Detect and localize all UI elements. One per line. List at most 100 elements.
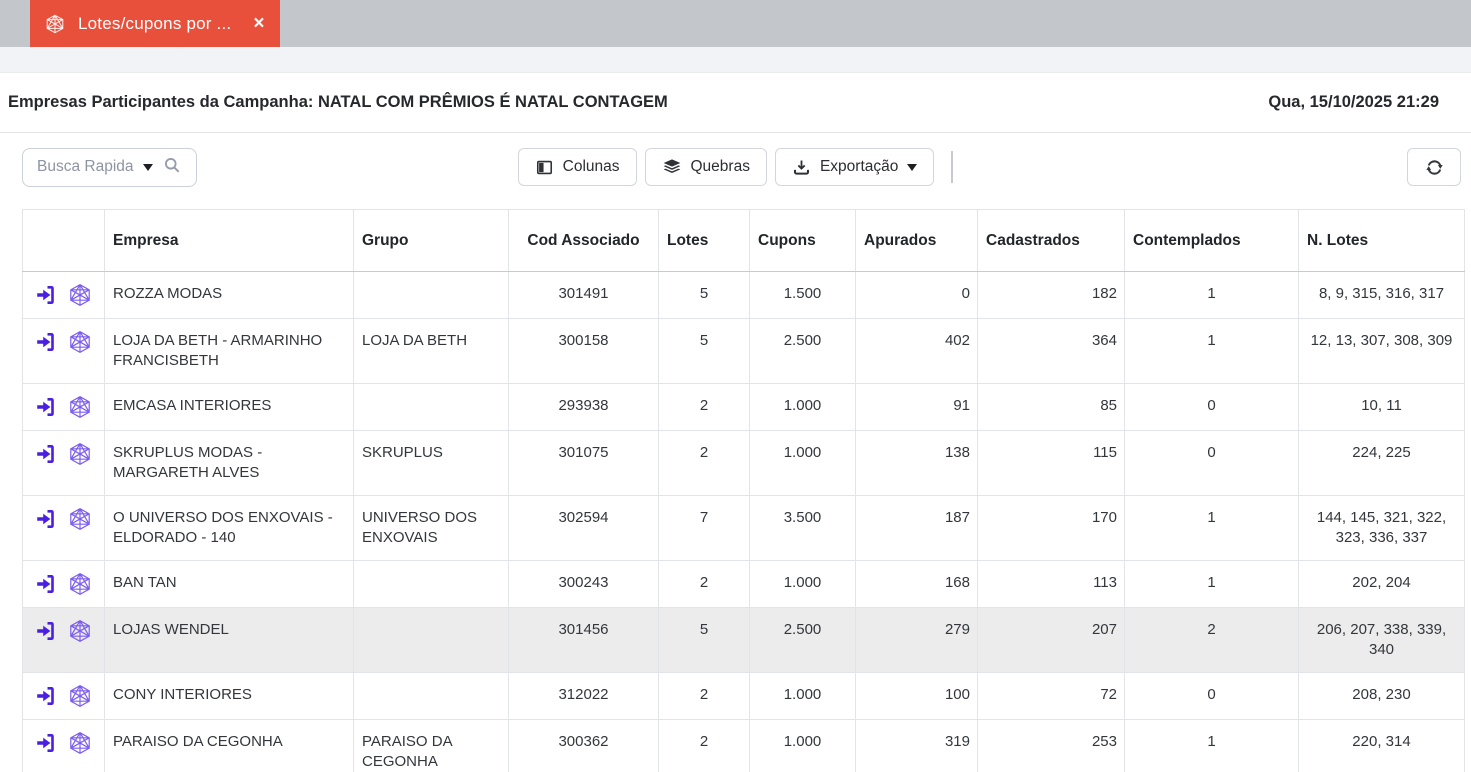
row-actions-cell (23, 431, 105, 496)
coupon-hexagon-icon[interactable] (67, 441, 93, 467)
grupo-cell: UNIVERSO DOS ENXOVAIS (354, 496, 509, 561)
enter-icon[interactable] (34, 330, 58, 354)
coupon-hexagon-icon[interactable] (67, 571, 93, 597)
enter-icon[interactable] (34, 572, 58, 596)
header-contemplados[interactable]: Contemplados (1125, 210, 1299, 272)
lotes-cell: 2 (659, 431, 750, 496)
columns-button[interactable]: Colunas (518, 148, 637, 186)
contemplados-cell: 1 (1125, 561, 1299, 608)
row-actions-cell (23, 720, 105, 772)
apurados-cell: 100 (856, 673, 978, 720)
columns-icon (535, 158, 554, 177)
coupon-hexagon-icon[interactable] (67, 683, 93, 709)
n-lotes-cell: 144, 145, 321, 322, 323, 336, 337 (1299, 496, 1465, 561)
contemplados-cell: 0 (1125, 673, 1299, 720)
enter-icon[interactable] (34, 395, 58, 419)
row-actions-cell (23, 272, 105, 319)
n-lotes-cell: 220, 314 (1299, 720, 1465, 772)
row-actions-cell (23, 319, 105, 384)
header-cadastrados[interactable]: Cadastrados (978, 210, 1125, 272)
cadastrados-cell: 170 (978, 496, 1125, 561)
n-lotes-cell: 208, 230 (1299, 673, 1465, 720)
contemplados-cell: 0 (1125, 384, 1299, 431)
tab-close-icon[interactable]: × (253, 14, 264, 33)
enter-icon[interactable] (34, 684, 58, 708)
search-dropdown-caret-icon[interactable] (143, 164, 153, 171)
cod-associado-cell: 300243 (509, 561, 659, 608)
empresa-cell: BAN TAN (105, 561, 354, 608)
cod-associado-cell: 300158 (509, 319, 659, 384)
header-empresa[interactable]: Empresa (105, 210, 354, 272)
cod-associado-cell: 293938 (509, 384, 659, 431)
title-row: Empresas Participantes da Campanha: NATA… (0, 73, 1471, 133)
cadastrados-cell: 253 (978, 720, 1125, 772)
coupon-hexagon-icon[interactable] (67, 329, 93, 355)
refresh-button[interactable] (1407, 148, 1461, 186)
coupon-hexagon-icon[interactable] (67, 282, 93, 308)
apurados-cell: 138 (856, 431, 978, 496)
row-actions-cell (23, 673, 105, 720)
breaks-button[interactable]: Quebras (645, 148, 767, 186)
enter-icon[interactable] (34, 731, 58, 755)
enter-icon[interactable] (34, 507, 58, 531)
empresa-cell: PARAISO DA CEGONHA (105, 720, 354, 772)
header-grupo[interactable]: Grupo (354, 210, 509, 272)
tab-lotes-cupons[interactable]: Lotes/cupons por ... × (30, 0, 280, 47)
contemplados-cell: 2 (1125, 608, 1299, 673)
empresa-cell: LOJAS WENDEL (105, 608, 354, 673)
cupons-cell: 1.000 (750, 720, 856, 772)
quick-search-label: Busca Rapida (37, 158, 134, 176)
contemplados-cell: 1 (1125, 496, 1299, 561)
table-header-row: Empresa Grupo Cod Associado Lotes Cupons… (23, 210, 1465, 272)
quick-search-input[interactable]: Busca Rapida (22, 148, 197, 187)
header-cod-associado[interactable]: Cod Associado (509, 210, 659, 272)
grupo-cell (354, 561, 509, 608)
lotes-cell: 5 (659, 272, 750, 319)
cupons-cell: 1.000 (750, 561, 856, 608)
toolbar-left: Busca Rapida (0, 148, 518, 187)
export-button[interactable]: Exportação (775, 148, 934, 186)
apurados-cell: 91 (856, 384, 978, 431)
cod-associado-cell: 300362 (509, 720, 659, 772)
coupon-hexagon-icon[interactable] (67, 618, 93, 644)
grupo-cell: LOJA DA BETH (354, 319, 509, 384)
columns-label: Colunas (563, 158, 620, 176)
header-cupons[interactable]: Cupons (750, 210, 856, 272)
search-icon[interactable] (162, 155, 182, 180)
enter-icon[interactable] (34, 283, 58, 307)
cupons-cell: 2.500 (750, 608, 856, 673)
enter-icon[interactable] (34, 442, 58, 466)
table-row: PARAISO DA CEGONHA PARAISO DA CEGONHA 30… (23, 720, 1465, 772)
table-row: LOJAS WENDEL 301456 5 2.500 279 207 2 20… (23, 608, 1465, 673)
breaks-label: Quebras (691, 158, 750, 176)
export-label: Exportação (820, 158, 898, 176)
coupon-hexagon-icon[interactable] (67, 394, 93, 420)
coupon-hexagon-icon[interactable] (67, 730, 93, 756)
empresa-cell: LOJA DA BETH - ARMARINHO FRANCISBETH (105, 319, 354, 384)
enter-icon[interactable] (34, 619, 58, 643)
coupon-hexagon-icon (44, 13, 66, 35)
tab-bar: Lotes/cupons por ... × (0, 0, 1471, 47)
cadastrados-cell: 364 (978, 319, 1125, 384)
header-actions (23, 210, 105, 272)
header-n-lotes[interactable]: N. Lotes (1299, 210, 1465, 272)
coupon-hexagon-icon[interactable] (67, 506, 93, 532)
grupo-cell: SKRUPLUS (354, 431, 509, 496)
row-actions-cell (23, 561, 105, 608)
empresa-cell: CONY INTERIORES (105, 673, 354, 720)
cadastrados-cell: 72 (978, 673, 1125, 720)
row-actions-cell (23, 608, 105, 673)
n-lotes-cell: 10, 11 (1299, 384, 1465, 431)
cod-associado-cell: 301456 (509, 608, 659, 673)
layers-icon (662, 157, 682, 177)
header-lotes[interactable]: Lotes (659, 210, 750, 272)
contemplados-cell: 1 (1125, 319, 1299, 384)
cadastrados-cell: 182 (978, 272, 1125, 319)
cadastrados-cell: 207 (978, 608, 1125, 673)
cod-associado-cell: 301075 (509, 431, 659, 496)
empresa-cell: EMCASA INTERIORES (105, 384, 354, 431)
grupo-cell: PARAISO DA CEGONHA (354, 720, 509, 772)
header-apurados[interactable]: Apurados (856, 210, 978, 272)
table-row: BAN TAN 300243 2 1.000 168 113 1 202, 20… (23, 561, 1465, 608)
n-lotes-cell: 202, 204 (1299, 561, 1465, 608)
